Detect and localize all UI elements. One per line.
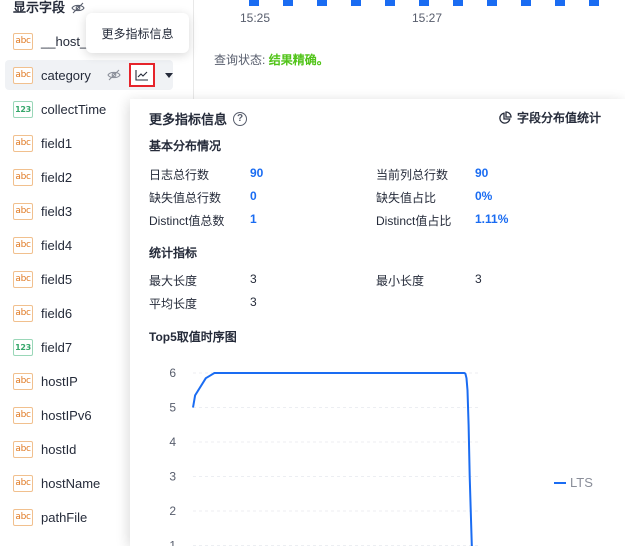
top5-chart-title: Top5取值时序图 [149, 330, 237, 344]
more-metrics-tooltip: 更多指标信息 [86, 13, 189, 53]
time-axis-label: 15:25 [240, 11, 271, 25]
string-type-icon: abc [13, 236, 33, 254]
legend-swatch-lts [554, 481, 566, 484]
panel-title-text: 更多指标信息 [149, 112, 228, 127]
histogram-bar [589, 0, 599, 6]
field-name: hostIPv6 [41, 407, 92, 423]
pie-chart-icon [498, 110, 512, 125]
stat-label: 最小长度 [376, 274, 425, 288]
stat-value: 0 [250, 189, 257, 203]
y-tick-label: 3 [169, 470, 176, 484]
stat-value: 3 [475, 272, 482, 286]
stat-value: 90 [475, 166, 489, 180]
legend-label-lts: LTS [570, 475, 593, 490]
stat-label: 日志总行数 [149, 168, 210, 182]
y-tick-label: 1 [169, 539, 176, 546]
stat-label: Distinct值总数 [149, 214, 225, 228]
eye-off-icon[interactable] [71, 2, 85, 14]
field-distribution-label: 字段分布值统计 [516, 111, 601, 125]
number-type-icon: 123 [13, 100, 33, 118]
field-name: hostId [41, 441, 77, 457]
chart-legend[interactable]: LTS [554, 475, 593, 490]
histogram-bar [419, 0, 429, 6]
string-type-icon: abc [13, 508, 33, 526]
time-axis-label: 15:27 [412, 11, 443, 25]
stat-label: 缺失值占比 [376, 191, 437, 205]
query-status: 查询状态: 结果精确。 [214, 51, 329, 68]
display-fields-header: 显示字段 [13, 0, 85, 16]
stat-value: 0% [475, 189, 493, 203]
field-name: field5 [41, 271, 73, 287]
field-name: field3 [41, 203, 73, 219]
string-type-icon: abc [13, 168, 33, 186]
histogram-bar [487, 0, 497, 6]
series-line-lts[interactable] [192, 372, 475, 546]
y-tick-label: 2 [169, 504, 176, 518]
query-status-value: 结果精确。 [268, 53, 329, 67]
string-type-icon: abc [13, 304, 33, 322]
field-name: field7 [41, 339, 73, 355]
number-type-icon: 123 [13, 338, 33, 356]
string-type-icon: abc [13, 270, 33, 288]
help-icon[interactable]: ? [233, 111, 248, 126]
display-fields-title: 显示字段 [13, 0, 66, 15]
stat-label: 当前列总行数 [376, 168, 449, 182]
field-name: hostIP [41, 373, 78, 389]
basic-distribution-title: 基本分布情况 [149, 139, 222, 153]
stat-value: 90 [250, 166, 264, 180]
field-row-actions [107, 60, 173, 90]
field-name: field1 [41, 135, 73, 151]
histogram-bar [385, 0, 395, 6]
field-name: __host_ [41, 33, 88, 49]
y-tick-label: 4 [169, 435, 176, 449]
top5-timeseries-chart: 1 2 3 4 5 6 [169, 366, 478, 546]
stat-value: 3 [250, 272, 257, 286]
field-name: field4 [41, 237, 73, 253]
stat-label: Distinct值占比 [376, 214, 452, 228]
histogram-bar [555, 0, 565, 6]
chevron-down-icon[interactable] [165, 72, 173, 78]
stat-value: 1.11% [475, 212, 509, 226]
string-type-icon: abc [13, 372, 33, 390]
histogram-bar [249, 0, 259, 6]
statistics-title: 统计指标 [149, 246, 198, 260]
field-name: field6 [41, 305, 73, 321]
panel-title: 更多指标信息 ? [149, 109, 248, 128]
histogram-bar [283, 0, 293, 6]
histogram-bar [453, 0, 463, 6]
string-type-icon: abc [13, 66, 33, 84]
field-row-category[interactable]: abc category [5, 60, 173, 90]
string-type-icon: abc [13, 406, 33, 424]
field-name: hostName [41, 475, 101, 491]
string-type-icon: abc [13, 474, 33, 492]
field-name: category [41, 67, 91, 83]
field-name: pathFile [41, 509, 88, 525]
eye-off-icon[interactable] [107, 69, 121, 81]
stat-label: 缺失值总行数 [149, 191, 222, 205]
line-chart-icon[interactable] [129, 63, 155, 87]
histogram-area: 15:25 15:27 查询状态: 结果精确。 [195, 0, 625, 90]
string-type-icon: abc [13, 440, 33, 458]
y-tick-label: 5 [169, 401, 176, 415]
histogram-bar [351, 0, 361, 6]
field-name: field2 [41, 169, 73, 185]
histogram-bar [521, 0, 531, 6]
histogram-bar [317, 0, 327, 6]
field-name: collectTime [41, 101, 107, 117]
string-type-icon: abc [13, 202, 33, 220]
string-type-icon: abc [13, 32, 33, 50]
stat-value: 3 [250, 295, 257, 309]
stat-value: 1 [250, 212, 257, 226]
query-status-label: 查询状态: [214, 53, 266, 67]
y-tick-label: 6 [169, 366, 176, 380]
stat-label: 最大长度 [149, 274, 198, 288]
string-type-icon: abc [13, 134, 33, 152]
field-distribution-link[interactable]: 字段分布值统计 [498, 109, 601, 126]
more-metrics-panel: 更多指标信息 ? 字段分布值统计 基本分布情况 日志总行数 90 当前列总行数 90 缺… [130, 99, 625, 546]
stat-label: 平均长度 [149, 297, 198, 311]
